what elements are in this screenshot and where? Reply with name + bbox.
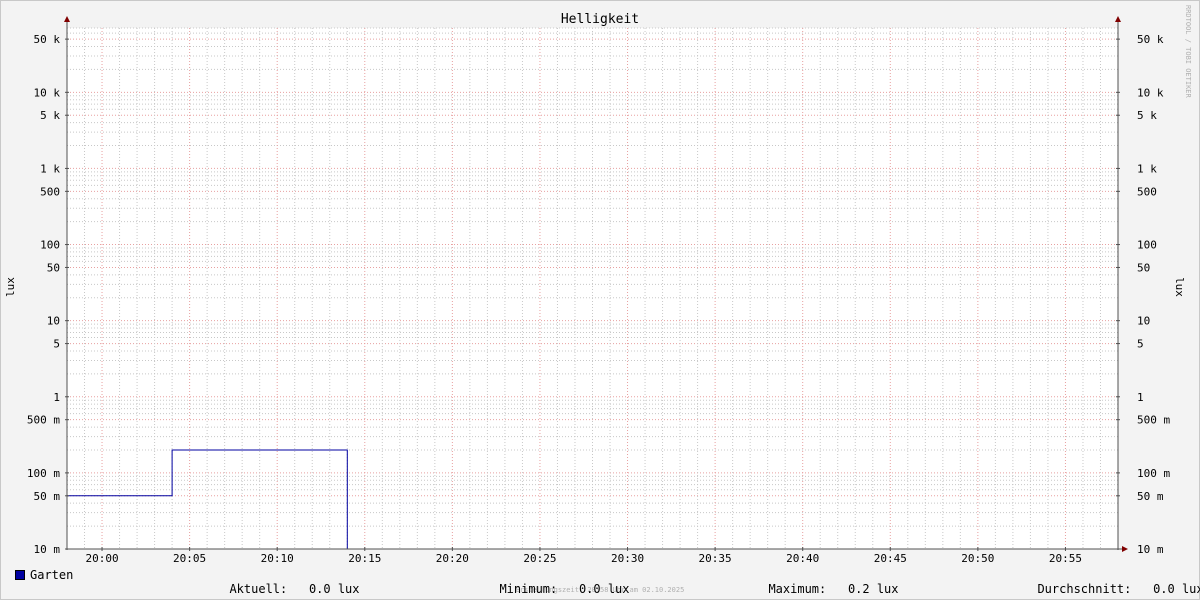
legend-min-label: Minimum: [499,582,558,596]
x-tick-label: 20:30 [611,552,644,565]
x-tick-label: 20:35 [699,552,732,565]
legend-current-label: Aktuell: [229,582,288,596]
legend-max-value: 0.2 lux [847,582,899,596]
y-tick-label-left: 5 [53,338,60,351]
y-axis-arrow-left [64,16,70,22]
y-tick-label-right: 5 k [1137,109,1157,122]
x-tick-label: 20:55 [1049,552,1082,565]
x-tick-label: 20:10 [261,552,294,565]
x-tick-label: 20:20 [436,552,469,565]
legend-swatch-garten [15,570,25,580]
legend-max-label: Maximum: [768,582,827,596]
y-tick-label-right: 5 [1137,338,1144,351]
y-tick-label-right: 500 m [1137,414,1170,427]
legend-avg-label: Durchschnitt: [1037,582,1132,596]
y-tick-label-right: 1 k [1137,162,1157,175]
y-tick-label-left: 100 [40,239,60,252]
legend-avg-value: 0.0 lux [1153,582,1200,596]
x-tick-label: 20:05 [173,552,206,565]
y-tick-label-right: 10 [1137,315,1150,328]
x-tick-label: 20:50 [961,552,994,565]
y-tick-label-right: 50 m [1137,490,1164,503]
chart-title: Helligkeit [561,12,639,27]
legend-current: Aktuell: 0.0 lux [215,568,360,596]
legend-min-value: 0.0 lux [578,582,630,596]
y-axis-label-right: lux [1173,277,1186,297]
y-tick-label-right: 10 k [1137,86,1164,99]
legend-maximum: Maximum: 0.2 lux [754,568,899,596]
y-tick-label-left: 10 [47,315,60,328]
y-tick-label-left: 10 k [34,86,61,99]
y-tick-label-right: 100 [1137,239,1157,252]
legend-average: Durchschnitt: 0.0 lux [1023,568,1200,596]
legend-minimum: Minimum: 0.0 lux [485,568,630,596]
y-tick-label-left: 100 m [27,467,60,480]
y-tick-label-left: 5 k [40,109,60,122]
y-tick-label-left: 50 [47,261,60,274]
x-tick-label: 20:45 [874,552,907,565]
y-tick-label-right: 500 [1137,185,1157,198]
y-tick-label-right: 50 [1137,261,1150,274]
y-tick-label-left: 1 k [40,162,60,175]
legend-series-name: Garten [30,568,74,582]
x-axis-arrow [1122,546,1128,552]
x-tick-label: 20:25 [523,552,556,565]
y-tick-label-right: 10 m [1137,543,1164,556]
brightness-chart: 50 k 50 k10 k 10 k5 k5 k1 k1 k500 500100 100… [4,5,1192,594]
y-tick-label-right: 100 m [1137,467,1170,480]
x-tick-label: 20:40 [786,552,819,565]
legend-current-value: 0.0 lux [308,582,360,596]
watermark: RRDTOOL / TOBI OETIKER [1184,5,1192,99]
y-tick-label-left: 1 [53,391,60,404]
y-tick-label-left: 500 [40,185,60,198]
x-tick-label: 20:00 [85,552,118,565]
y-axis-label-left: lux [4,277,17,297]
y-tick-label-left: 10 m [34,543,61,556]
x-tick-label: 20:15 [348,552,381,565]
y-tick-label-left: 50 m [34,490,61,503]
y-axis-arrow-right [1115,16,1121,22]
y-tick-label-left: 50 k [34,33,61,46]
y-tick-label-left: 500 m [27,414,60,427]
y-tick-label-right: 1 [1137,391,1144,404]
y-tick-label-right: 50 k [1137,33,1164,46]
